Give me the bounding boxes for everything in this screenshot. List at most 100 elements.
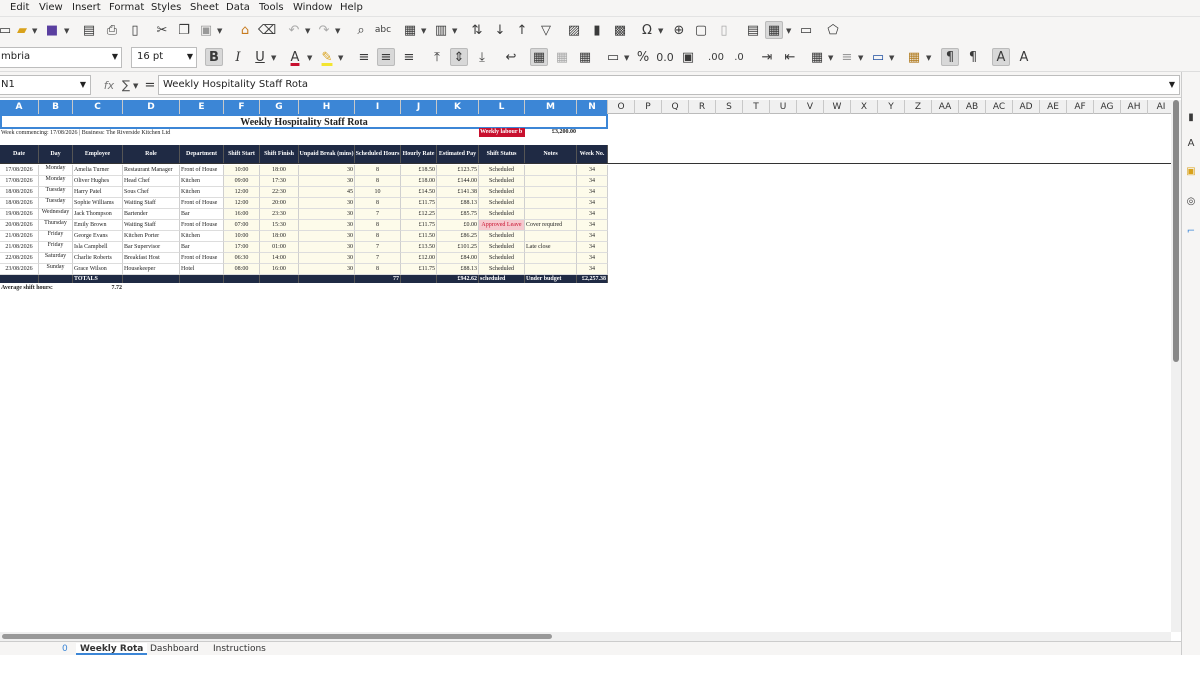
table-header[interactable]: Day [39,145,73,163]
table-cell[interactable]: Kitchen Porter [123,231,180,242]
find-replace-icon[interactable]: ⌕ [352,21,370,39]
table-cell[interactable]: Restaurant Manager [123,165,180,176]
table-cell[interactable]: Front of House [180,220,224,231]
header-footer-icon[interactable]: ▯ [715,21,733,39]
underline-icon[interactable]: U [251,48,269,66]
table-cell[interactable]: £11.75 [401,198,437,209]
table-cell[interactable]: Bartender [123,209,180,220]
table-cell[interactable]: Charlie Roberts [73,253,123,264]
table-cell[interactable]: £14.50 [401,187,437,198]
table-cell[interactable]: 18/08/2026 [0,198,39,209]
table-cell[interactable] [525,253,577,264]
table-cell[interactable]: 23:30 [260,209,299,220]
column-header[interactable]: T [743,100,770,114]
table-cell[interactable]: Isla Campbell [73,242,123,253]
totals-cell[interactable]: Under budget [525,275,577,283]
table-header[interactable]: Scheduled Hours [355,145,401,163]
table-cell[interactable]: £11.50 [401,231,437,242]
totals-cell[interactable]: TOTALS [73,275,123,283]
hyperlink-icon[interactable]: ⊕ [670,21,688,39]
column-header[interactable]: P [635,100,662,114]
save-dropdown-icon[interactable]: ▼ [64,27,69,35]
table-cell[interactable]: Bar [180,209,224,220]
table-header[interactable]: Unpaid Break (mins) [299,145,355,163]
special-character-icon[interactable]: Ω [638,21,656,39]
chevron-down-icon[interactable]: ▼ [187,52,193,61]
wrap-text-icon[interactable]: ↩ [502,48,520,66]
column-header[interactable]: J [401,100,437,114]
table-cell[interactable]: 10:00 [224,165,260,176]
align-center-icon[interactable]: ≡ [377,48,395,66]
menu-data[interactable]: Data [226,2,250,13]
styles-icon[interactable]: A [1182,134,1200,152]
totals-cell[interactable] [180,275,224,283]
formula-input[interactable]: Weekly Hospitality Staff Rota ▼ [158,75,1180,95]
menu-format[interactable]: Format [109,2,144,13]
table-cell[interactable]: 7 [355,209,401,220]
print-preview-icon[interactable]: ▯ [126,21,144,39]
special-character-dropdown-icon[interactable]: ▼ [658,27,663,35]
table-header[interactable]: Estimated Pay [437,145,479,163]
sort-descending-icon[interactable]: ↑ [513,21,531,39]
column-header[interactable]: AH [1121,100,1148,114]
table-cell[interactable]: 22:30 [260,187,299,198]
table-cell[interactable]: Friday [39,242,73,253]
column-header[interactable]: Y [878,100,905,114]
text-direction-vertical-icon[interactable]: A [1015,48,1033,66]
table-cell[interactable]: Scheduled [479,176,525,187]
table-cell[interactable]: £88.13 [437,264,479,275]
totals-cell[interactable] [39,275,73,283]
currency-format-icon[interactable]: ▭ [604,48,622,66]
pivot-table-icon[interactable]: ▩ [611,21,629,39]
insert-image-icon[interactable]: ▨ [565,21,583,39]
table-cell[interactable]: Hotel [180,264,224,275]
column-header[interactable]: L [479,100,525,114]
column-icon[interactable]: ▥ [432,21,450,39]
right-to-left-icon[interactable]: ¶ [964,48,982,66]
copy-icon[interactable]: ❐ [175,21,193,39]
table-cell[interactable]: 34 [577,209,608,220]
open-dropdown-icon[interactable]: ▼ [32,27,37,35]
undo-icon[interactable]: ↶ [285,21,303,39]
totals-cell[interactable]: £2,257.38 [577,275,608,283]
table-cell[interactable]: Sophie Williams [73,198,123,209]
menu-view[interactable]: View [39,2,63,13]
conditional-format-icon[interactable]: ▦ [905,48,923,66]
table-cell[interactable]: 45 [299,187,355,198]
font-name-box[interactable]: mbria ▼ [0,47,122,68]
borders-dropdown-icon[interactable]: ▼ [828,54,833,62]
comment-icon[interactable]: ▢ [692,21,710,39]
rota-subtitle[interactable]: Week commencing: 17/08/2026 | Business: … [0,128,300,138]
column-header[interactable]: AF [1067,100,1094,114]
column-header[interactable]: F [224,100,260,114]
table-cell[interactable]: 34 [577,187,608,198]
table-cell[interactable]: 30 [299,165,355,176]
table-cell[interactable]: Scheduled [479,209,525,220]
underline-dropdown-icon[interactable]: ▼ [271,54,276,62]
table-cell[interactable]: 8 [355,264,401,275]
table-cell[interactable]: Scheduled [479,231,525,242]
table-cell[interactable]: 34 [577,231,608,242]
table-cell[interactable]: Kitchen [180,187,224,198]
table-cell[interactable]: 12:00 [224,187,260,198]
paste-dropdown-icon[interactable]: ▼ [217,27,222,35]
table-cell[interactable]: Head Chef [123,176,180,187]
table-cell[interactable]: Scheduled [479,165,525,176]
table-cell[interactable]: Scheduled [479,264,525,275]
table-cell[interactable] [525,198,577,209]
totals-cell[interactable] [299,275,355,283]
menu-tools[interactable]: Tools [259,2,284,13]
table-cell[interactable]: 01:00 [260,242,299,253]
column-header[interactable]: AA [932,100,959,114]
totals-cell[interactable]: £942.62 [437,275,479,283]
table-cell[interactable]: 30 [299,242,355,253]
table-cell[interactable]: 30 [299,176,355,187]
average-shift-label[interactable]: Average shift hours: [0,283,73,293]
font-size-box[interactable]: 16 pt ▼ [131,47,197,68]
table-cell[interactable]: Grace Wilson [73,264,123,275]
decrease-indent-icon[interactable]: ⇤ [781,48,799,66]
table-cell[interactable]: Tuesday [39,198,73,209]
column-header[interactable]: S [716,100,743,114]
undo-dropdown-icon[interactable]: ▼ [305,27,310,35]
column-header[interactable]: K [437,100,479,114]
